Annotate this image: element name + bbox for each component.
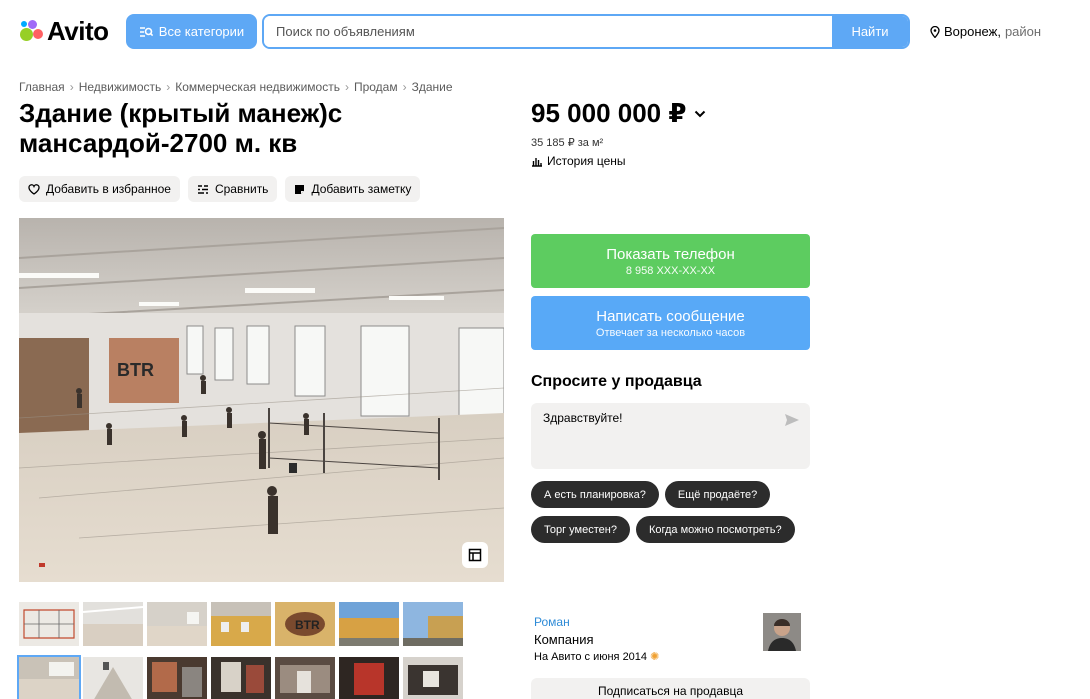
show-phone-label: Показать телефон: [606, 245, 735, 263]
quick-question-chip[interactable]: Ещё продаёте?: [664, 481, 771, 508]
note-icon: [295, 184, 305, 194]
thumbnail[interactable]: BTR: [275, 602, 335, 646]
breadcrumb: Главная › Недвижимость › Коммерческая недв…: [19, 80, 453, 94]
breadcrumb-item-commercial[interactable]: Коммерческая недвижимость: [175, 80, 340, 94]
ask-seller-title: Спросите у продавца: [531, 373, 702, 390]
avito-logo[interactable]: Avito: [18, 16, 109, 46]
write-message-button[interactable]: Написать сообщение Отвечает за несколько…: [531, 296, 810, 350]
breadcrumb-separator: ›: [402, 80, 407, 94]
location-city: Воронеж,: [944, 24, 1001, 39]
logo-text: Avito: [47, 15, 109, 46]
gallery-icon: [468, 548, 482, 562]
quick-question-chip[interactable]: Когда можно посмотреть?: [635, 516, 795, 543]
price-history-label: История цены: [547, 154, 626, 168]
main-photo[interactable]: BTR: [19, 218, 504, 582]
listing-actions: Добавить в избранное Сравнить Добавить з…: [19, 176, 421, 202]
badge-icon: ✺: [650, 651, 660, 663]
add-note-label: Добавить заметку: [311, 182, 412, 196]
thumbnail[interactable]: [339, 657, 399, 699]
price-value: 95 000 000 ₽: [531, 98, 687, 128]
phone-masked: 8 958 XXX-XX-XX: [625, 264, 716, 277]
quick-questions: А есть планировка? Ещё продаёте? Торг ум…: [531, 481, 810, 543]
location-pin-icon: [930, 25, 940, 38]
thumbnail[interactable]: [147, 657, 207, 699]
location-selector[interactable]: Воронеж, район: [930, 24, 1041, 39]
svg-text:BTR: BTR: [117, 360, 154, 380]
search-icon: [139, 26, 153, 37]
thumbnail[interactable]: [275, 657, 335, 699]
thumbnail[interactable]: [211, 602, 271, 646]
price[interactable]: 95 000 000 ₽: [531, 98, 706, 129]
thumbnail[interactable]: [211, 657, 271, 699]
breadcrumb-separator: ›: [166, 80, 171, 94]
show-phone-button[interactable]: Показать телефон 8 958 XXX-XX-XX: [531, 234, 810, 288]
svg-text:BTR: BTR: [295, 618, 320, 632]
write-message-label: Написать сообщение: [596, 307, 745, 325]
logo-dots-icon: [18, 18, 44, 44]
compare-icon: [197, 184, 208, 194]
chart-icon: [532, 157, 542, 167]
search-bar: Найти: [262, 14, 910, 49]
quick-question-chip[interactable]: Торг уместен?: [531, 516, 630, 543]
breadcrumb-item-realty[interactable]: Недвижимость: [79, 80, 162, 94]
location-area: район: [1004, 24, 1042, 39]
main-photo-image: BTR: [19, 218, 504, 582]
compare-label: Сравнить: [214, 182, 269, 196]
seller-since: На Авито с июня 2014 ✺: [534, 650, 659, 663]
thumbnail[interactable]: [17, 655, 81, 699]
breadcrumb-separator: ›: [69, 80, 74, 94]
price-history-link[interactable]: История цены: [531, 154, 626, 168]
breadcrumb-item-home[interactable]: Главная: [19, 80, 65, 94]
heart-icon: [28, 183, 40, 195]
add-note-button[interactable]: Добавить заметку: [285, 176, 421, 202]
quick-question-chip[interactable]: А есть планировка?: [531, 481, 659, 508]
send-icon[interactable]: [784, 413, 800, 427]
seller-avatar[interactable]: [763, 613, 801, 651]
add-favorite-label: Добавить в избранное: [46, 182, 171, 196]
gallery-expand-button[interactable]: [462, 542, 488, 568]
thumbnail[interactable]: [83, 657, 143, 699]
seller-since-text: На Авито с июня 2014: [534, 651, 648, 663]
ask-seller-text: Здравствуйте!: [543, 411, 623, 425]
thumbnail[interactable]: [147, 602, 207, 646]
thumbnail[interactable]: [19, 602, 79, 646]
listing-title: Здание (крытый манеж)с мансардой-2700 м.…: [19, 98, 343, 158]
subscribe-seller-button[interactable]: Подписаться на продавца: [531, 678, 810, 699]
thumbnail-strip: BTR: [17, 602, 464, 699]
seller-type: Компания: [534, 632, 594, 647]
search-input[interactable]: [264, 16, 832, 47]
add-favorite-button[interactable]: Добавить в избранное: [19, 176, 180, 202]
breadcrumb-item-sell[interactable]: Продам: [354, 80, 398, 94]
breadcrumb-separator: ›: [344, 80, 349, 94]
thumbnail[interactable]: [403, 657, 463, 699]
thumbnail[interactable]: [339, 602, 399, 646]
seller-name[interactable]: Роман: [534, 615, 570, 629]
search-button[interactable]: Найти: [832, 16, 908, 47]
chevron-down-icon: [695, 110, 706, 117]
thumbnail[interactable]: [403, 602, 463, 646]
response-time: Отвечает за несколько часов: [595, 326, 746, 339]
breadcrumb-item-building[interactable]: Здание: [412, 80, 453, 94]
price-per-meter: 35 185 ₽ за м²: [531, 137, 604, 149]
ask-seller-input[interactable]: Здравствуйте!: [531, 403, 810, 469]
all-categories-label: Все категории: [158, 24, 245, 39]
compare-button[interactable]: Сравнить: [187, 176, 278, 202]
thumbnail[interactable]: [83, 602, 143, 646]
all-categories-button[interactable]: Все категории: [126, 14, 257, 49]
